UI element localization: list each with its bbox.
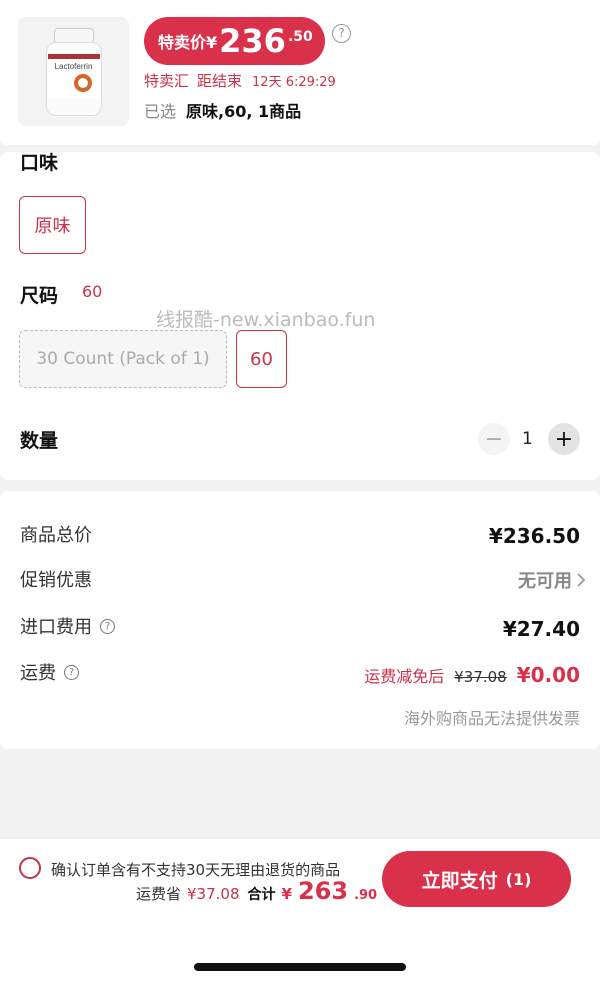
- shipping-original-price: ¥37.08: [454, 668, 507, 686]
- shipping-final-price: ¥0.00: [516, 663, 580, 687]
- sale-price-integer: 236: [219, 22, 286, 60]
- promo-label: 促销优惠: [20, 570, 92, 591]
- shipping-label: 运费: [20, 663, 56, 684]
- quantity-value: 1: [522, 429, 533, 449]
- import-fee-label: 进口费用: [20, 617, 92, 638]
- total-integer: 263: [297, 877, 349, 905]
- countdown-value: 12天 6:29:29: [252, 75, 336, 90]
- quantity-title: 数量: [20, 430, 59, 452]
- size-option-30-count[interactable]: 30 Count (Pack of 1): [19, 330, 227, 388]
- sale-countdown: 特卖汇 距结束 12天 6:29:29: [144, 70, 336, 91]
- total-line: 运费省 ¥37.08 合计 ¥ 263 .90: [136, 877, 377, 905]
- shipping-discount-tag: 运费减免后: [364, 667, 445, 686]
- import-fee-row: 进口费用 ?: [20, 613, 115, 639]
- total-decimal: .90: [354, 888, 378, 903]
- bottle-label: Lactoferrin: [47, 53, 100, 98]
- selected-size-value: 60: [82, 282, 103, 301]
- order-summary-card: 商品总价 ¥236.50 促销优惠 无可用 进口费用 ? ¥27.40 运费 ?…: [0, 491, 600, 749]
- shipping-value-group: 运费减免后 ¥37.08 ¥0.00: [364, 663, 580, 687]
- flavor-option-original[interactable]: 原味: [19, 196, 86, 254]
- selected-label: 已选: [144, 102, 177, 121]
- bottle-logo-mark: [73, 73, 92, 92]
- price-help-icon[interactable]: ?: [332, 24, 351, 43]
- invoice-note: 海外购商品无法提供发票: [403, 709, 580, 728]
- pay-now-button[interactable]: 立即支付 (1): [382, 851, 571, 907]
- quantity-plus-button[interactable]: +: [548, 423, 580, 455]
- promo-value: 无可用: [518, 571, 572, 592]
- pay-now-label: 立即支付: [421, 869, 498, 892]
- total-label: 合计: [247, 887, 276, 903]
- chevron-right-icon: [577, 573, 586, 587]
- sale-name: 特卖汇: [144, 72, 190, 90]
- checkout-bar: 确认订单含有不支持30天无理由退货的商品 运费省 ¥37.08 合计 ¥ 263…: [0, 838, 600, 982]
- selected-value: 原味,60, 1商品: [186, 102, 302, 121]
- product-summary-card: Lactoferrin 特卖价¥ 236 .50 ? 特卖汇 距结束 12天 6…: [0, 0, 600, 145]
- size-title: 尺码: [20, 285, 59, 307]
- import-fee-help-icon[interactable]: ?: [100, 618, 115, 634]
- pay-item-count: (1): [505, 869, 532, 889]
- sale-price-decimal: .50: [287, 29, 313, 45]
- home-indicator[interactable]: [194, 963, 406, 971]
- options-card: 口味 原味 尺码 60 30 Count (Pack of 1) 60 线报酷-…: [0, 152, 600, 480]
- subtotal-label: 商品总价: [20, 525, 92, 546]
- product-thumbnail[interactable]: Lactoferrin: [18, 17, 129, 126]
- shipping-saved-value: ¥37.08: [187, 885, 240, 903]
- confirm-checkbox[interactable]: [19, 857, 41, 879]
- subtotal-row: 商品总价: [20, 521, 92, 547]
- product-bottle-image: Lactoferrin: [45, 27, 102, 116]
- shipping-saved-label: 运费省: [136, 885, 182, 903]
- selected-summary: 已选 原味,60, 1商品: [144, 98, 301, 122]
- promo-row: 促销优惠: [20, 566, 92, 592]
- shipping-help-icon[interactable]: ?: [64, 664, 79, 680]
- sale-price-badge: 特卖价¥ 236 .50: [144, 17, 325, 65]
- sale-price-prefix: 特卖价¥: [158, 33, 218, 52]
- watermark: 线报酷-new.xianbao.fun: [156, 309, 376, 331]
- size-option-60[interactable]: 60: [236, 330, 287, 388]
- shipping-row: 运费 ?: [20, 659, 79, 685]
- promo-selector[interactable]: 无可用: [518, 567, 586, 593]
- import-fee-value: ¥27.40: [502, 617, 580, 641]
- subtotal-value: ¥236.50: [488, 524, 580, 548]
- quantity-minus-button[interactable]: −: [478, 423, 510, 455]
- flavor-title: 口味: [20, 152, 59, 174]
- total-currency: ¥: [281, 885, 292, 903]
- countdown-label: 距结束: [197, 72, 243, 90]
